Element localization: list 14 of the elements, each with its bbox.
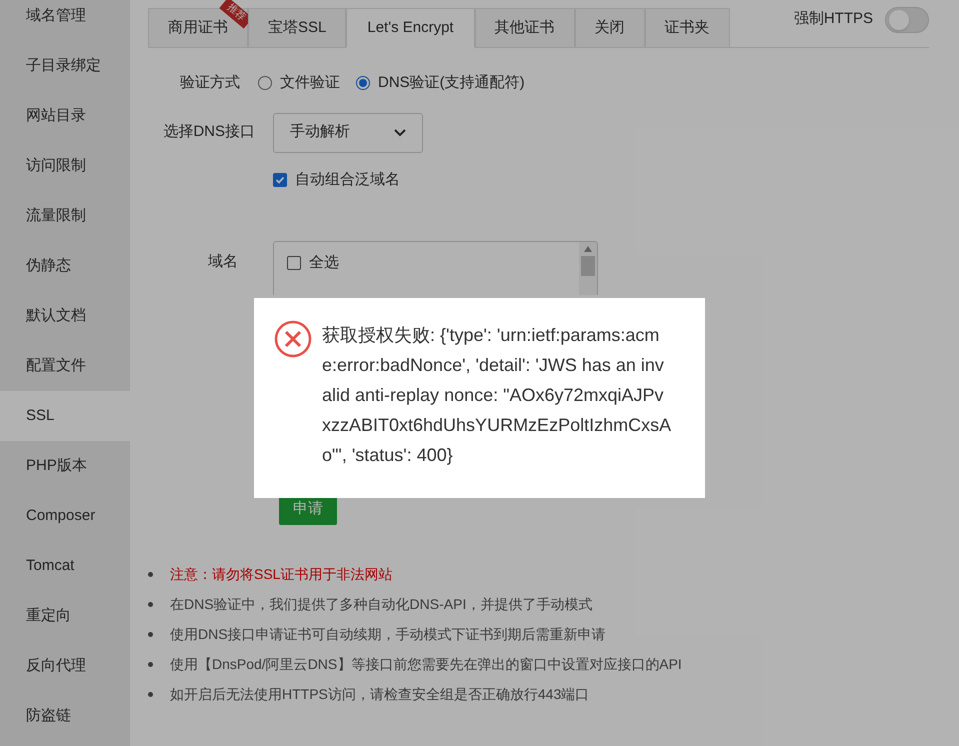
radio-label: DNS验证(支持通配符) bbox=[378, 73, 525, 93]
field-label: 域名 bbox=[207, 252, 239, 272]
checkbox-label: 自动组合泛域名 bbox=[295, 170, 400, 190]
note-text: 使用【DnsPod/阿里云DNS】等接口前您需要先在弹出的窗口中设置对应接口的API bbox=[170, 655, 682, 674]
error-message: 获取授权失败: {'type': 'urn:ietf:params:acme:error:badNonce', 'detail': 'JWS has an invalid anti-replay nonce: "AOx6y72mxqiAJPvxzzABIT0xt6hdUhsYURMzEzPoltIzhmCxsAo"', 'status': 400} bbox=[322, 324, 672, 467]
toggle-label: 强制HTTPS bbox=[794, 9, 873, 30]
checkbox-label: 全选 bbox=[309, 252, 339, 273]
note-text: 注意：请勿将SSL证书用于非法网站 bbox=[170, 565, 392, 584]
note-text: 在DNS验证中，我们提供了多种自动化DNS-API，并提供了手动模式 bbox=[170, 595, 592, 614]
field-label: 验证方式 bbox=[179, 73, 241, 93]
note-text: 使用DNS接口申请证书可自动续期，手动模式下证书到期后需重新申请 bbox=[170, 625, 606, 644]
field-label: 选择DNS接口 bbox=[162, 122, 256, 142]
radio-label: 文件验证 bbox=[280, 73, 340, 93]
note-text: 如开启后无法使用HTTPS访问，请检查安全组是否正确放行443端口 bbox=[170, 685, 590, 704]
